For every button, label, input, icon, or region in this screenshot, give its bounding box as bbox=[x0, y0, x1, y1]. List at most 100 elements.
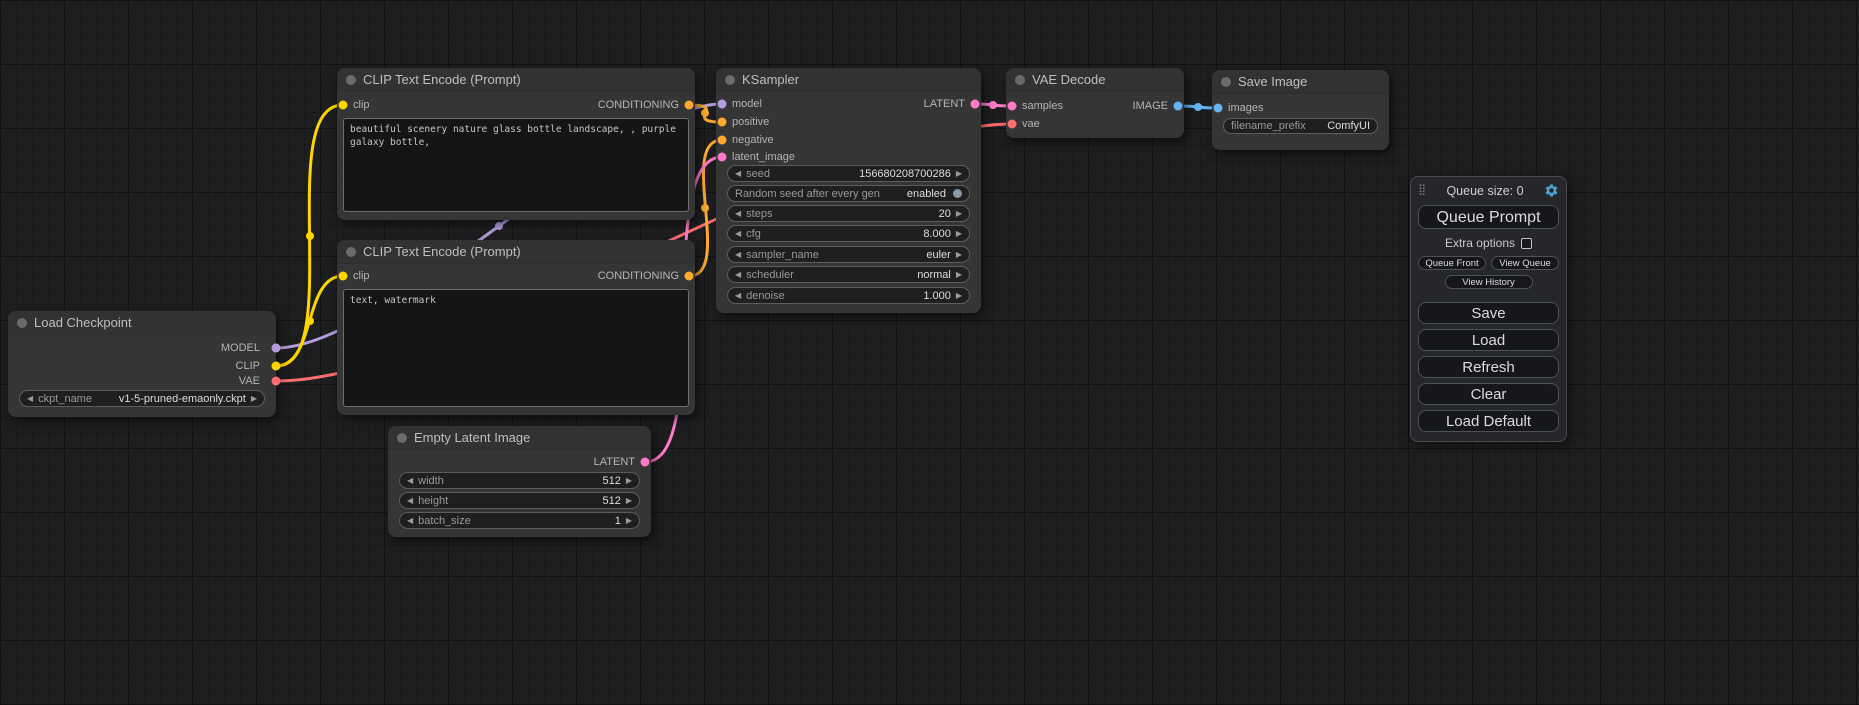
port-conditioning-output[interactable] bbox=[685, 272, 694, 281]
widget-ckpt-name[interactable]: ◀ ckpt_name v1-5-pruned-emaonly.ckpt ▶ bbox=[19, 390, 265, 407]
node-title: CLIP Text Encode (Prompt) bbox=[363, 244, 521, 259]
load-default-button[interactable]: Load Default bbox=[1418, 410, 1559, 432]
arrow-left-icon[interactable]: ◀ bbox=[735, 170, 741, 178]
arrow-right-icon[interactable]: ▶ bbox=[956, 170, 962, 178]
port-clip-output[interactable] bbox=[272, 362, 281, 371]
output-label-vae: VAE bbox=[239, 375, 260, 387]
node-save-image[interactable]: Save Image images filename_prefix ComfyU… bbox=[1212, 70, 1389, 150]
collapse-dot-icon[interactable] bbox=[397, 433, 407, 443]
arrow-right-icon[interactable]: ▶ bbox=[626, 477, 632, 485]
port-image-output[interactable] bbox=[1174, 102, 1183, 111]
arrow-left-icon[interactable]: ◀ bbox=[735, 271, 741, 279]
widget-scheduler[interactable]: ◀ scheduler normal ▶ bbox=[727, 266, 970, 283]
arrow-right-icon[interactable]: ▶ bbox=[626, 517, 632, 525]
port-images-input[interactable] bbox=[1214, 104, 1223, 113]
widget-batch-size[interactable]: ◀ batch_size 1 ▶ bbox=[399, 512, 640, 529]
toggle-on-dot[interactable] bbox=[953, 189, 962, 198]
arrow-right-icon[interactable]: ▶ bbox=[956, 210, 962, 218]
port-latent-output[interactable] bbox=[641, 458, 650, 467]
port-samples-input[interactable] bbox=[1008, 102, 1017, 111]
node-title-bar[interactable]: Empty Latent Image bbox=[388, 426, 651, 450]
port-clip-input[interactable] bbox=[339, 101, 348, 110]
input-label-positive: positive bbox=[732, 116, 769, 128]
arrow-left-icon[interactable]: ◀ bbox=[735, 230, 741, 238]
port-model-input[interactable] bbox=[718, 100, 727, 109]
arrow-right-icon[interactable]: ▶ bbox=[251, 395, 257, 403]
prompt-textarea[interactable]: text, watermark bbox=[343, 289, 689, 407]
port-latent-image-input[interactable] bbox=[718, 153, 727, 162]
arrow-right-icon[interactable]: ▶ bbox=[956, 251, 962, 259]
arrow-left-icon[interactable]: ◀ bbox=[735, 292, 741, 300]
node-title-bar[interactable]: KSampler bbox=[716, 68, 981, 92]
collapse-dot-icon[interactable] bbox=[1015, 75, 1025, 85]
widget-name: filename_prefix bbox=[1231, 120, 1306, 132]
view-queue-button[interactable]: View Queue bbox=[1491, 256, 1559, 270]
widget-height[interactable]: ◀ height 512 ▶ bbox=[399, 492, 640, 509]
node-clip-text-encode-positive[interactable]: CLIP Text Encode (Prompt) clip CONDITION… bbox=[337, 68, 695, 220]
queue-front-button[interactable]: Queue Front bbox=[1418, 256, 1486, 270]
arrow-right-icon[interactable]: ▶ bbox=[956, 271, 962, 279]
node-graph-canvas[interactable]: Load Checkpoint MODEL CLIP VAE ◀ ckpt_na… bbox=[0, 0, 1859, 705]
node-clip-text-encode-negative[interactable]: CLIP Text Encode (Prompt) clip CONDITION… bbox=[337, 240, 695, 415]
arrow-left-icon[interactable]: ◀ bbox=[735, 210, 741, 218]
port-vae-input[interactable] bbox=[1008, 120, 1017, 129]
input-label-images: images bbox=[1228, 102, 1263, 114]
widget-filename-prefix[interactable]: filename_prefix ComfyUI bbox=[1223, 118, 1378, 134]
widget-width[interactable]: ◀ width 512 ▶ bbox=[399, 472, 640, 489]
wire-midpoint-dot bbox=[1194, 103, 1202, 111]
widget-value: 8.000 bbox=[923, 228, 951, 240]
port-clip-input[interactable] bbox=[339, 272, 348, 281]
arrow-right-icon[interactable]: ▶ bbox=[626, 497, 632, 505]
port-vae-output[interactable] bbox=[272, 377, 281, 386]
output-label-conditioning: CONDITIONING bbox=[598, 99, 679, 111]
port-model-output[interactable] bbox=[272, 344, 281, 353]
collapse-dot-icon[interactable] bbox=[346, 247, 356, 257]
settings-gear-icon[interactable] bbox=[1544, 183, 1559, 198]
queue-menu-panel[interactable]: ⣿ Queue size: 0 Queue Prompt Extra optio… bbox=[1410, 176, 1567, 442]
collapse-dot-icon[interactable] bbox=[346, 75, 356, 85]
arrow-right-icon[interactable]: ▶ bbox=[956, 230, 962, 238]
port-conditioning-output[interactable] bbox=[685, 101, 694, 110]
node-ksampler[interactable]: KSampler model positive negative latent_… bbox=[716, 68, 981, 313]
node-title-bar[interactable]: VAE Decode bbox=[1006, 68, 1184, 92]
widget-value: 512 bbox=[602, 495, 620, 507]
arrow-left-icon[interactable]: ◀ bbox=[407, 517, 413, 525]
arrow-left-icon[interactable]: ◀ bbox=[27, 395, 33, 403]
port-negative-input[interactable] bbox=[718, 136, 727, 145]
collapse-dot-icon[interactable] bbox=[1221, 77, 1231, 87]
widget-denoise[interactable]: ◀ denoise 1.000 ▶ bbox=[727, 287, 970, 304]
load-button[interactable]: Load bbox=[1418, 329, 1559, 351]
arrow-left-icon[interactable]: ◀ bbox=[735, 251, 741, 259]
widget-name: denoise bbox=[746, 290, 785, 302]
widget-control-after-generate[interactable]: Random seed after every gen enabled bbox=[727, 185, 970, 202]
view-history-button[interactable]: View History bbox=[1445, 275, 1533, 289]
clear-button[interactable]: Clear bbox=[1418, 383, 1559, 405]
prompt-textarea[interactable]: beautiful scenery nature glass bottle la… bbox=[343, 118, 689, 212]
arrow-left-icon[interactable]: ◀ bbox=[407, 497, 413, 505]
widget-name: scheduler bbox=[746, 269, 794, 281]
output-label-latent: LATENT bbox=[924, 98, 965, 110]
node-empty-latent-image[interactable]: Empty Latent Image LATENT ◀ width 512 ▶ … bbox=[388, 426, 651, 537]
wire-clip-to-negative bbox=[276, 276, 343, 366]
arrow-right-icon[interactable]: ▶ bbox=[956, 292, 962, 300]
node-title-bar[interactable]: Save Image bbox=[1212, 70, 1389, 94]
node-title-bar[interactable]: CLIP Text Encode (Prompt) bbox=[337, 68, 695, 92]
queue-prompt-button[interactable]: Queue Prompt bbox=[1418, 205, 1559, 229]
node-title-bar[interactable]: CLIP Text Encode (Prompt) bbox=[337, 240, 695, 264]
refresh-button[interactable]: Refresh bbox=[1418, 356, 1559, 378]
node-load-checkpoint[interactable]: Load Checkpoint MODEL CLIP VAE ◀ ckpt_na… bbox=[8, 311, 276, 417]
drag-handle-icon[interactable]: ⣿ bbox=[1418, 185, 1426, 196]
widget-sampler-name[interactable]: ◀ sampler_name euler ▶ bbox=[727, 246, 970, 263]
collapse-dot-icon[interactable] bbox=[725, 75, 735, 85]
node-vae-decode[interactable]: VAE Decode samples vae IMAGE bbox=[1006, 68, 1184, 138]
port-latent-output[interactable] bbox=[971, 100, 980, 109]
widget-steps[interactable]: ◀ steps 20 ▶ bbox=[727, 205, 970, 222]
widget-cfg[interactable]: ◀ cfg 8.000 ▶ bbox=[727, 225, 970, 242]
collapse-dot-icon[interactable] bbox=[17, 318, 27, 328]
save-button[interactable]: Save bbox=[1418, 302, 1559, 324]
extra-options-checkbox[interactable] bbox=[1521, 238, 1532, 249]
arrow-left-icon[interactable]: ◀ bbox=[407, 477, 413, 485]
widget-seed[interactable]: ◀ seed 156680208700286 ▶ bbox=[727, 165, 970, 182]
port-positive-input[interactable] bbox=[718, 118, 727, 127]
node-title-bar[interactable]: Load Checkpoint bbox=[8, 311, 276, 335]
